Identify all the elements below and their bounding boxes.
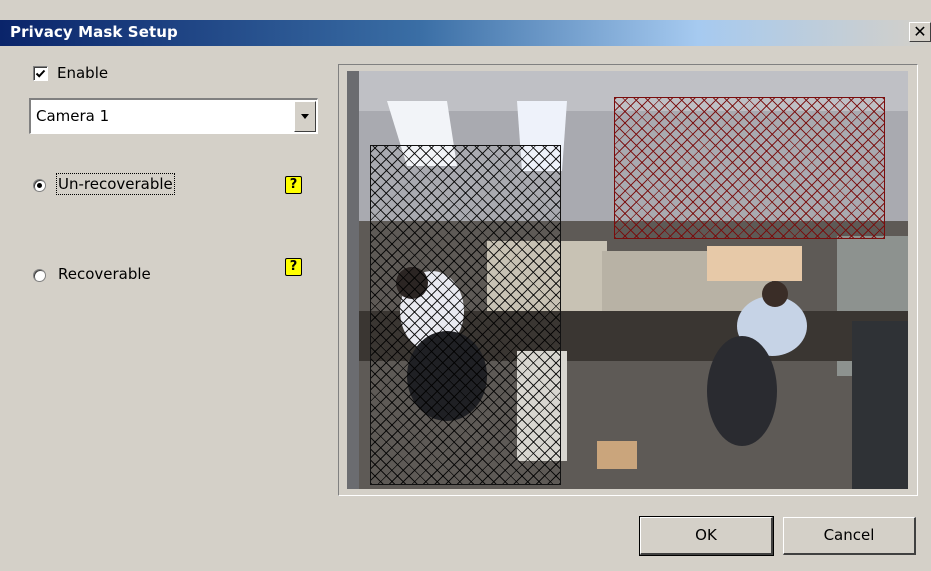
- privacy-mask-unrecoverable[interactable]: [370, 145, 561, 485]
- window-title: Privacy Mask Setup: [10, 23, 178, 41]
- chevron-down-icon: [301, 114, 309, 119]
- checkmark-icon: [35, 69, 46, 78]
- help-icon-glyph: ?: [289, 259, 298, 274]
- help-icon[interactable]: ?: [285, 258, 302, 276]
- radio-recoverable-label: Recoverable: [58, 265, 151, 283]
- ok-button[interactable]: OK: [639, 516, 774, 556]
- radio-unrecoverable-button[interactable]: [33, 179, 46, 192]
- enable-checkbox[interactable]: [33, 66, 48, 81]
- help-icon-glyph: ?: [289, 177, 298, 192]
- help-icon[interactable]: ?: [285, 176, 302, 194]
- radio-unrecoverable-label: Un-recoverable: [56, 173, 175, 195]
- camera-select-value: Camera 1: [36, 107, 110, 125]
- camera-select[interactable]: Camera 1: [29, 98, 318, 134]
- radio-recoverable-button[interactable]: [33, 269, 46, 282]
- close-icon: ✕: [913, 22, 927, 41]
- radio-selected-dot: [37, 183, 42, 188]
- cancel-button[interactable]: Cancel: [783, 517, 916, 555]
- camera-select-dropdown-button[interactable]: [294, 101, 316, 132]
- camera-preview[interactable]: [347, 71, 908, 489]
- close-button[interactable]: ✕: [909, 22, 931, 42]
- privacy-mask-recoverable[interactable]: [614, 97, 885, 239]
- enable-label: Enable: [57, 64, 109, 82]
- title-bar: Privacy Mask Setup ✕: [0, 20, 931, 46]
